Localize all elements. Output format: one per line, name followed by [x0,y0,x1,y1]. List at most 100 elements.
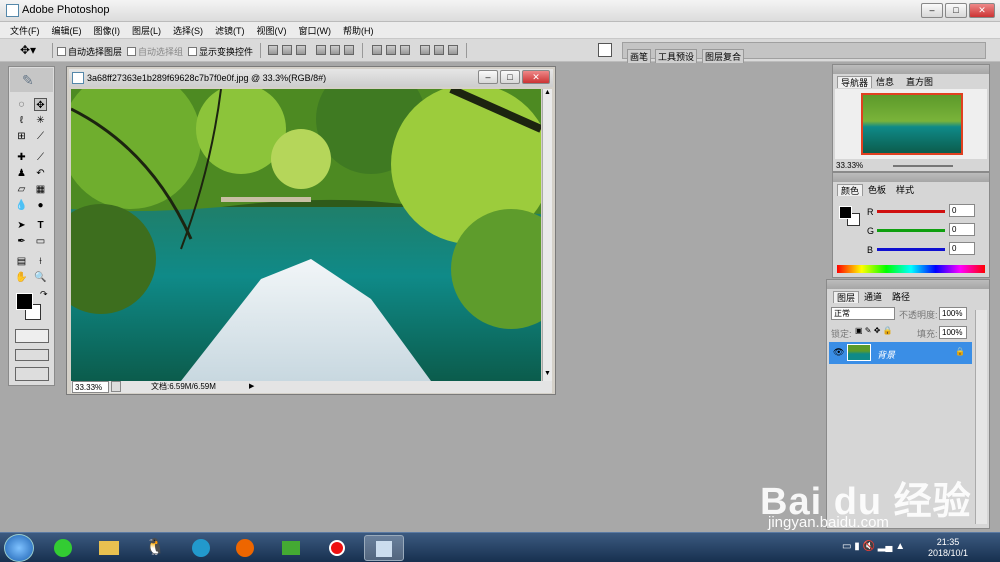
align-right-icon[interactable] [344,45,354,55]
lasso-tool-icon[interactable]: ℓ [15,114,28,127]
hand-tool-icon[interactable]: ✋ [15,271,28,284]
menu-window[interactable]: 窗口(W) [299,24,332,37]
tab-layers[interactable]: 图层 [833,291,860,303]
menu-image[interactable]: 图像(I) [94,24,121,37]
well-tab-layer-comps[interactable]: 图层复合 [702,49,745,63]
eraser-tool-icon[interactable]: ▱ [15,183,28,196]
doc-close-button[interactable]: ✕ [522,70,550,84]
tab-swatches[interactable]: 色板 [865,184,889,196]
blur-tool-icon[interactable]: 💧 [15,199,28,212]
distribute-hcenter-icon[interactable] [434,45,444,55]
tray-icons[interactable]: ▭ ▮ 🔇 ▂▄ ▲ [842,541,905,552]
doc-maximize-button[interactable]: □ [500,70,520,84]
layers-scrollbar[interactable] [975,310,987,524]
doc-minimize-button[interactable]: – [478,70,498,84]
healing-brush-icon[interactable]: ✚ [15,151,28,164]
clock[interactable]: 21:35 2018/10/1 [928,537,968,559]
taskbar-media-icon[interactable] [184,535,218,561]
g-value[interactable]: 0 [949,223,975,236]
align-left-icon[interactable] [316,45,326,55]
navigator-preview[interactable] [835,89,987,159]
move-tool-icon[interactable]: ✥ [34,98,47,111]
start-button[interactable] [4,534,34,562]
taskbar-record-icon[interactable] [320,535,354,561]
menu-help[interactable]: 帮助(H) [343,24,374,37]
r-value[interactable]: 0 [949,204,975,217]
quick-mask-toggle[interactable] [15,329,49,343]
tab-channels[interactable]: 通道 [861,291,885,303]
lock-icons[interactable]: ▣ ✎ ✥ 🔒 [855,326,893,335]
canvas-image[interactable] [71,89,541,381]
path-select-icon[interactable]: ➤ [15,219,28,232]
shape-tool-icon[interactable]: ▭ [34,235,47,248]
type-tool-icon[interactable]: T [34,219,47,232]
zoom-menu-icon[interactable] [111,381,121,392]
close-button[interactable]: ✕ [969,3,995,18]
menu-edit[interactable]: 编辑(E) [52,24,82,37]
marquee-tool-icon[interactable]: ◌ [15,98,28,111]
gradient-tool-icon[interactable]: ▦ [34,183,47,196]
menu-select[interactable]: 选择(S) [173,24,203,37]
notes-tool-icon[interactable]: ▤ [15,255,28,268]
dodge-tool-icon[interactable]: ● [34,199,47,212]
align-bottom-icon[interactable] [296,45,306,55]
auto-select-group-checkbox[interactable]: 自动选择组 [127,45,183,58]
r-slider[interactable] [877,210,945,213]
slice-tool-icon[interactable]: ⟋ [34,130,47,143]
distribute-top-icon[interactable] [372,45,382,55]
status-menu-arrow-icon[interactable]: ▶ [249,381,254,393]
taskbar-explorer-icon[interactable] [92,535,126,561]
tab-styles[interactable]: 样式 [893,184,917,196]
jump-to-imageready-button[interactable] [15,367,49,381]
foreground-color-swatch[interactable] [16,293,33,310]
distribute-bottom-icon[interactable] [400,45,410,55]
tab-color[interactable]: 颜色 [837,184,864,196]
eye-icon[interactable]: 👁 [833,347,844,358]
taskbar-firefox-icon[interactable] [228,535,262,561]
layer-row-background[interactable]: 👁 背景 🔒 [829,342,972,364]
navigator-zoom-slider[interactable] [893,165,953,167]
g-slider[interactable] [877,229,945,232]
auto-select-layer-checkbox[interactable]: 自动选择图层 [57,45,122,58]
navigator-view-box[interactable] [861,93,963,155]
menu-filter[interactable]: 滤镜(T) [215,24,245,37]
align-vcenter-icon[interactable] [282,45,292,55]
show-transform-checkbox[interactable]: 显示变换控件 [188,45,253,58]
clone-stamp-icon[interactable]: ♟ [15,167,28,180]
zoom-tool-icon[interactable]: 🔍 [34,271,47,284]
brush-tool-icon[interactable]: ⟋ [34,151,47,164]
eyedropper-icon[interactable]: ⟊ [34,255,47,268]
tab-histogram[interactable]: 直方图 [903,76,936,88]
file-browser-icon[interactable] [598,43,612,57]
fill-field[interactable]: 100% [939,326,967,339]
menu-view[interactable]: 视图(V) [257,24,287,37]
magic-wand-icon[interactable]: ✳ [34,114,47,127]
menu-layer[interactable]: 图层(L) [132,24,161,37]
distribute-right-icon[interactable] [448,45,458,55]
pen-tool-icon[interactable]: ✒ [15,235,28,248]
swap-colors-icon[interactable]: ↷ [40,289,48,300]
tab-navigator[interactable]: 导航器 [837,76,873,88]
taskbar-photoshop-icon[interactable] [364,535,404,561]
tab-paths[interactable]: 路径 [889,291,913,303]
distribute-left-icon[interactable] [420,45,430,55]
distribute-vcenter-icon[interactable] [386,45,396,55]
taskbar-360-icon[interactable] [46,535,80,561]
zoom-level-field[interactable]: 33.33% [72,381,109,393]
crop-tool-icon[interactable]: ⊞ [15,130,28,143]
align-hcenter-icon[interactable] [330,45,340,55]
vertical-scrollbar[interactable]: ▲ ▼ [542,89,552,381]
color-spectrum-bar[interactable] [837,265,985,273]
scroll-up-arrow-icon[interactable]: ▲ [544,89,551,96]
taskbar-qq-icon[interactable]: 🐧 [138,535,172,561]
menu-file[interactable]: 文件(F) [10,24,40,37]
taskbar-camtasia-icon[interactable] [274,535,308,561]
well-tab-tool-presets[interactable]: 工具预设 [655,49,698,63]
b-slider[interactable] [877,248,945,251]
maximize-button[interactable]: □ [945,3,967,18]
opacity-field[interactable]: 100% [939,307,967,320]
well-tab-brushes[interactable]: 画笔 [627,49,652,63]
minimize-button[interactable]: – [921,3,943,18]
screen-mode-buttons[interactable] [15,349,49,361]
layer-name[interactable]: 背景 [877,348,895,361]
